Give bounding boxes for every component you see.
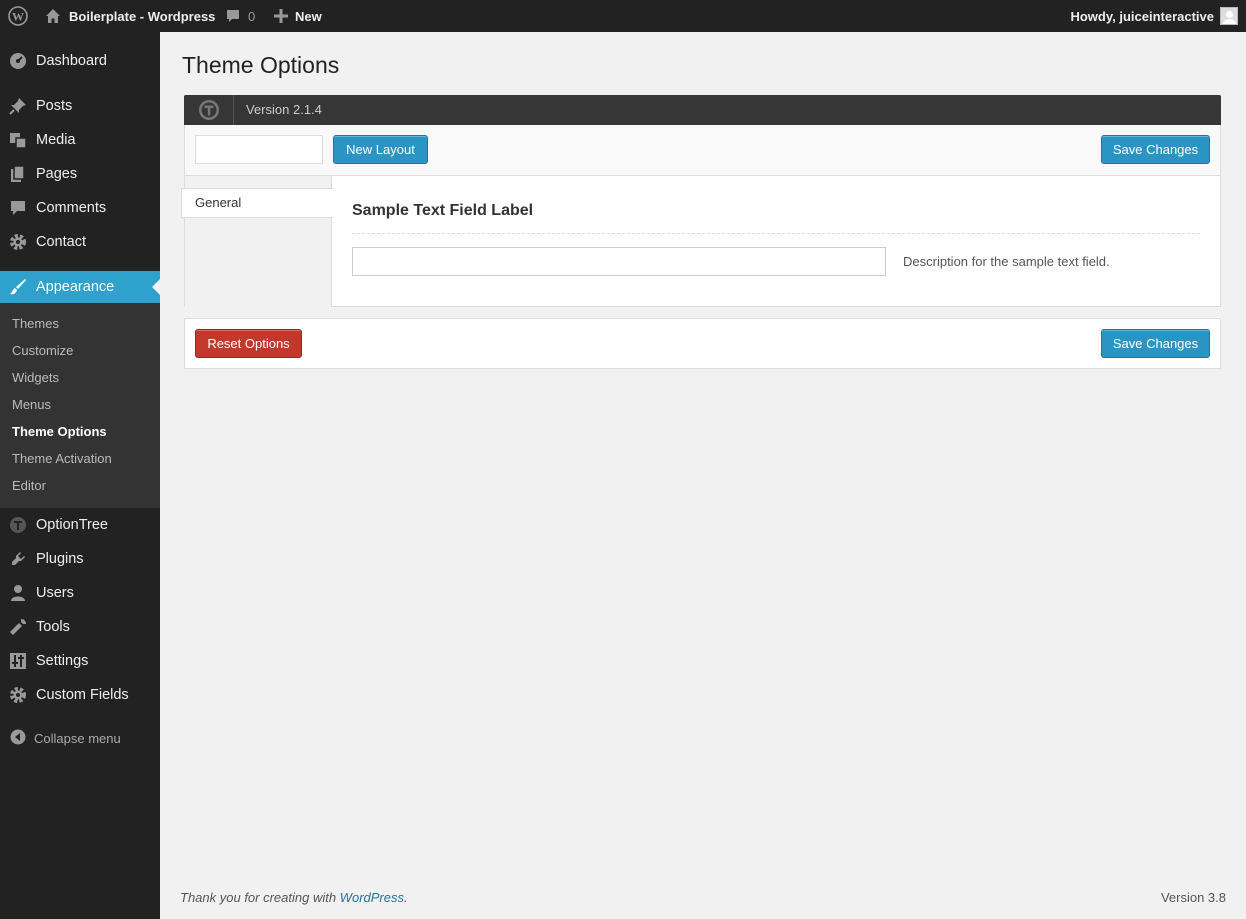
sidebar-item-label: Dashboard [36, 53, 107, 69]
howdy-label: Howdy, juiceinteractive [1070, 8, 1214, 24]
options-panel: Version 2.1.4 New Layout Save Changes Ge… [181, 95, 1221, 307]
media-icon [0, 131, 36, 149]
page-title: Theme Options [182, 52, 340, 78]
options-header: Version 2.1.4 [184, 95, 1221, 125]
wrench-icon [0, 618, 36, 636]
main-content: Theme Options Version 2.1.4 New Layout S… [160, 32, 1246, 919]
reset-options-button[interactable]: Reset Options [195, 329, 302, 358]
sidebar-item-plugins[interactable]: Plugins [0, 542, 160, 576]
plus-icon [274, 9, 288, 23]
sidebar-item-tools[interactable]: Tools [0, 610, 160, 644]
optiontree-icon [0, 516, 36, 534]
sidebar-item-label: Appearance [36, 279, 115, 295]
footer-thanks-suffix: . [404, 890, 408, 905]
sidebar-item-dashboard[interactable]: Dashboard [0, 44, 160, 78]
svg-text:W: W [12, 10, 24, 24]
submenu-item-customize[interactable]: Customize [12, 341, 73, 361]
admin-sidebar: Dashboard Posts Media Pages Comments Con… [0, 32, 160, 919]
footer-thanks-prefix: Thank you for creating with [180, 890, 340, 905]
wordpress-link[interactable]: WordPress [340, 890, 404, 905]
admin-bar: W Boilerplate - Wordpress 0 New Howdy, j… [0, 0, 1246, 32]
pin-icon [0, 97, 36, 115]
sidebar-item-label: Contact [36, 234, 86, 250]
version-label: Version 2.1.4 [246, 102, 322, 117]
options-toolbar: New Layout Save Changes [185, 125, 1220, 176]
wordpress-logo-icon[interactable]: W [8, 0, 28, 32]
sidebar-item-label: Posts [36, 98, 73, 114]
sidebar-item-media[interactable]: Media [0, 123, 160, 157]
field-description: Description for the sample text field. [903, 254, 1110, 269]
sidebar-item-label: Media [36, 132, 76, 148]
layout-name-input[interactable] [195, 135, 323, 164]
site-name-link[interactable]: Boilerplate - Wordpress [45, 0, 215, 32]
sidebar-item-label: Settings [36, 653, 89, 669]
sidebar-item-pages[interactable]: Pages [0, 157, 160, 191]
submenu-item-widgets[interactable]: Widgets [12, 368, 59, 388]
sample-text-input[interactable] [352, 247, 886, 276]
sidebar-item-appearance[interactable]: Appearance [0, 271, 160, 303]
sidebar-item-optiontree[interactable]: OptionTree [0, 508, 160, 542]
field-divider [352, 233, 1200, 234]
new-layout-button[interactable]: New Layout [333, 135, 428, 164]
comments-count: 0 [248, 8, 256, 24]
sidebar-item-label: Tools [36, 619, 70, 635]
save-changes-button[interactable]: Save Changes [1101, 135, 1210, 164]
save-changes-button[interactable]: Save Changes [1101, 329, 1210, 358]
collapse-label: Collapse menu [34, 731, 121, 746]
gear-icon [0, 686, 36, 704]
account-menu[interactable]: Howdy, juiceinteractive [1070, 0, 1238, 32]
sidebar-item-settings[interactable]: Settings [0, 644, 160, 678]
options-tabs: General [181, 176, 333, 307]
site-name: Boilerplate - Wordpress [69, 8, 216, 24]
new-label: New [295, 8, 322, 24]
collapse-menu-button[interactable]: Collapse menu [10, 729, 121, 748]
sidebar-item-label: Comments [36, 200, 107, 216]
brush-icon [0, 278, 36, 296]
sidebar-item-label: OptionTree [36, 517, 108, 533]
sidebar-item-comments[interactable]: Comments [0, 191, 160, 225]
pages-icon [0, 165, 36, 183]
options-footer: Reset Options Save Changes [184, 318, 1221, 369]
submenu-item-theme-options[interactable]: Theme Options [12, 422, 107, 442]
submenu-item-menus[interactable]: Menus [12, 395, 51, 415]
field-label: Sample Text Field Label [352, 202, 534, 219]
new-content-link[interactable]: New [274, 0, 322, 32]
comments-link[interactable]: 0 [225, 0, 255, 32]
home-icon [45, 8, 61, 24]
submenu-item-themes[interactable]: Themes [12, 314, 59, 334]
sliders-icon [0, 652, 36, 670]
sidebar-item-custom-fields[interactable]: Custom Fields [0, 678, 160, 712]
sidebar-item-contact[interactable]: Contact [0, 225, 160, 259]
sidebar-item-label: Plugins [36, 551, 84, 567]
submenu-item-editor[interactable]: Editor [12, 476, 46, 496]
plug-icon [0, 550, 36, 568]
submenu-item-theme-activation[interactable]: Theme Activation [12, 449, 112, 469]
footer-version: Version 3.8 [1160, 890, 1226, 905]
comment-icon [225, 8, 241, 24]
dashboard-icon [0, 52, 36, 70]
appearance-submenu: Themes Customize Widgets Menus Theme Opt… [0, 303, 160, 508]
sidebar-item-label: Custom Fields [36, 687, 129, 703]
sidebar-item-label: Users [36, 585, 74, 601]
gear-icon [0, 233, 36, 251]
optiontree-logo-icon [184, 95, 234, 125]
collapse-arrow-icon [10, 729, 26, 748]
tab-general[interactable]: General [181, 188, 333, 218]
sidebar-item-posts[interactable]: Posts [0, 89, 160, 123]
user-icon [0, 584, 36, 602]
footer-thanks: Thank you for creating with WordPress. [180, 890, 408, 905]
sidebar-item-users[interactable]: Users [0, 576, 160, 610]
comment-icon [0, 199, 36, 217]
sidebar-item-label: Pages [36, 166, 78, 182]
avatar [1220, 7, 1238, 25]
